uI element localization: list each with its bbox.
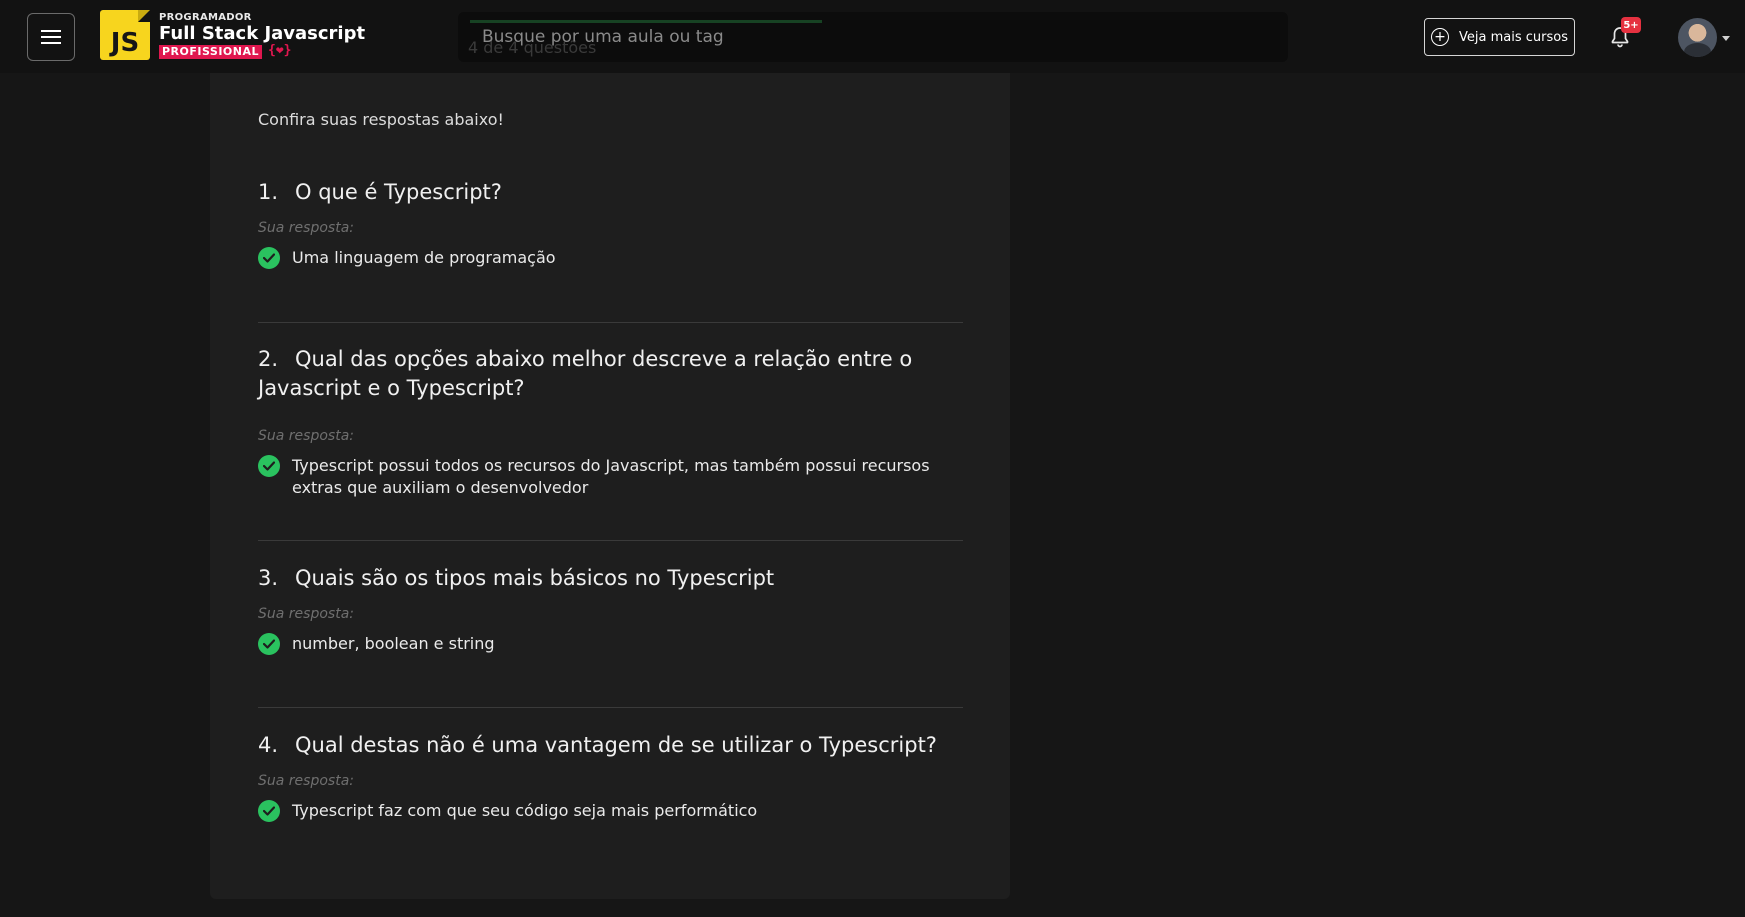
question-title: 4. Qual destas não é uma vantagem de se u… xyxy=(258,733,937,757)
check-circle-icon xyxy=(258,247,280,269)
logo-title: Full Stack Javascript xyxy=(159,23,366,44)
check-circle-icon xyxy=(258,455,280,477)
question-item: 1. O que é Typescript? Sua resposta: Uma … xyxy=(258,178,963,269)
course-logo[interactable]: JS PROGRAMADOR Full Stack Javascript PRO… xyxy=(100,10,365,60)
answer-label: Sua resposta: xyxy=(258,220,354,236)
answer-label: Sua resposta: xyxy=(258,606,354,622)
question-title: 2. Qual das opções abaixo melhor descreve… xyxy=(258,347,913,400)
question-item: 2. Qual das opções abaixo melhor descreve… xyxy=(258,345,963,499)
answer-label: Sua resposta: xyxy=(258,773,354,789)
answer-text: Uma linguagem de programação xyxy=(292,248,556,267)
logo-heart-braces: {❤} xyxy=(268,43,292,58)
background-question-count: 4 de 4 questões xyxy=(468,38,597,57)
logo-tag: PROFISSIONAL xyxy=(159,45,263,59)
js-logo-badge: JS xyxy=(100,10,150,60)
menu-button[interactable] xyxy=(27,13,75,61)
check-circle-icon xyxy=(258,633,280,655)
more-courses-label: Veja mais cursos xyxy=(1459,29,1568,45)
answer-row: number, boolean e string xyxy=(258,633,963,655)
more-courses-button[interactable]: + Veja mais cursos xyxy=(1424,18,1575,56)
answer-text: Typescript faz com que seu código seja m… xyxy=(292,801,758,820)
answer-label: Sua resposta: xyxy=(258,428,354,444)
question-title: 1. O que é Typescript? xyxy=(258,180,502,204)
chevron-down-icon[interactable] xyxy=(1722,36,1730,41)
plus-circle-icon: + xyxy=(1431,28,1449,46)
notification-badge: 5+ xyxy=(1621,17,1641,33)
answer-text: Typescript possui todos os recursos do J… xyxy=(292,456,930,497)
avatar[interactable] xyxy=(1678,18,1717,57)
divider xyxy=(258,322,963,323)
answer-row: Typescript possui todos os recursos do J… xyxy=(258,455,963,499)
divider xyxy=(258,707,963,708)
menu-icon xyxy=(41,30,61,44)
check-circle-icon xyxy=(258,800,280,822)
logo-subtitle: PROGRAMADOR xyxy=(159,12,252,23)
background-progress-bar xyxy=(470,20,822,23)
quiz-results-card: Confira suas respostas abaixo! 1. O que é… xyxy=(210,50,1010,899)
answer-row: Typescript faz com que seu código seja m… xyxy=(258,800,963,822)
divider xyxy=(258,540,963,541)
question-item: 3. Quais são os tipos mais básicos no Typ… xyxy=(258,564,963,655)
question-item: 4. Qual destas não é uma vantagem de se u… xyxy=(258,731,963,822)
results-intro: Confira suas respostas abaixo! xyxy=(258,110,504,129)
answer-row: Uma linguagem de programação xyxy=(258,247,963,269)
answer-text: number, boolean e string xyxy=(292,634,495,653)
question-title: 3. Quais são os tipos mais básicos no Typ… xyxy=(258,566,775,590)
